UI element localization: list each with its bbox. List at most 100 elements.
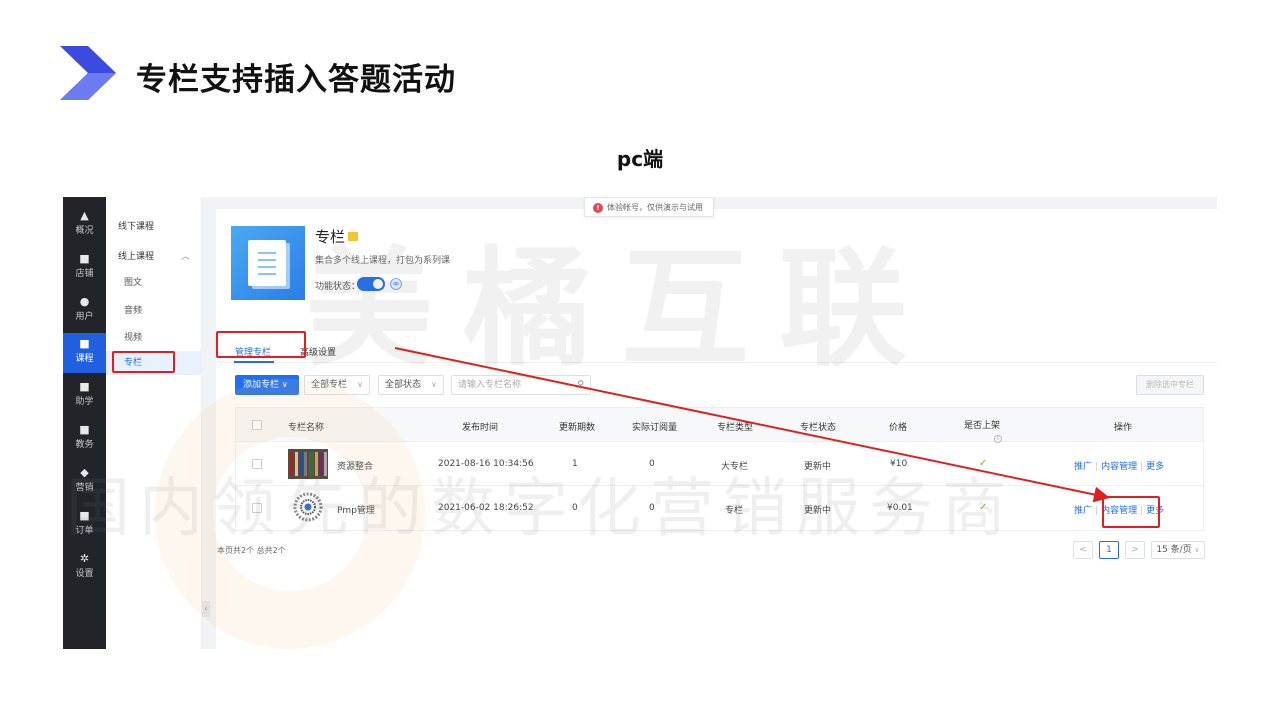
store-icon: ■ — [79, 252, 90, 265]
tab-bar: 管理专栏 高级设置 — [216, 337, 1217, 363]
highlight-column-menu — [112, 351, 175, 373]
header-type: 专栏类型 — [717, 423, 754, 433]
promote-link[interactable]: 推广 — [1074, 506, 1092, 516]
page-1-button[interactable]: 1 — [1099, 541, 1119, 559]
listed-check-icon: ✓ — [979, 458, 988, 469]
more-link[interactable]: 更多 — [1146, 462, 1164, 472]
nav-item-users[interactable]: ● 用户 — [63, 291, 106, 331]
slide-title: 专栏支持插入答题活动 — [136, 62, 456, 98]
collapse-sidebar-button[interactable]: ‹ — [202, 601, 210, 617]
chevron-down-icon: ∨ — [281, 380, 288, 389]
feature-status-label: 功能状态： — [315, 282, 361, 292]
row-type: 大专栏 — [721, 462, 749, 472]
subnav-item-audio[interactable]: 音频 — [106, 303, 202, 316]
content-card: 专栏 集合多个线上课程，打包为系列课 功能状态： ∞ 管理专栏 高级设置 添加专… — [216, 209, 1217, 649]
row-checkbox[interactable] — [252, 459, 262, 469]
row-checkbox[interactable] — [252, 503, 262, 513]
columns-table: 专栏名称 发布时间 更新期数 实际订阅量 专栏类型 专栏状态 价格 是否上架 i … — [235, 407, 1204, 531]
select-all-checkbox[interactable] — [252, 420, 262, 430]
nav-item-orders[interactable]: ■ 订单 — [63, 505, 106, 545]
link-icon[interactable]: ∞ — [390, 278, 402, 290]
demo-account-toast: ! 体验帐号，仅供演示与试用 — [584, 197, 714, 217]
header-subscribers: 实际订阅量 — [632, 423, 678, 433]
pagination-summary: 本页共2个 总共2个 — [217, 546, 286, 555]
row-status: 更新中 — [804, 506, 832, 516]
header-published: 发布时间 — [462, 423, 499, 433]
chevron-down-icon: ∨ — [1194, 546, 1200, 554]
row-updates: 0 — [572, 503, 578, 513]
row-price: ¥10 — [890, 459, 908, 469]
table-row: 资源整合 2021-08-16 10:34:56 1 0 大专栏 更新中 ¥10… — [236, 442, 1203, 486]
subnav-offline-courses[interactable]: 线下课程 — [106, 219, 202, 232]
secondary-nav: 线下课程 线上课程 ︿ 图文 音频 视频 专栏 — [106, 197, 202, 649]
chevron-up-icon: ︿ — [180, 252, 190, 262]
header-listed: 是否上架 i — [964, 421, 1002, 443]
table-row: Pmp管理 2021-06-02 18:26:52 0 0 专栏 更新中 ¥0.… — [236, 486, 1203, 530]
nav-item-teach[interactable]: ■ 教务 — [63, 419, 106, 459]
content-manage-link[interactable]: 内容管理 — [1101, 462, 1137, 472]
header-name: 专栏名称 — [288, 423, 325, 433]
chevron-down-icon: ∨ — [357, 380, 363, 389]
search-icon: ⚲ — [577, 380, 584, 390]
status-filter-select[interactable]: 全部状态 ∨ — [378, 375, 444, 395]
row-published: 2021-08-16 10:34:56 — [438, 459, 534, 469]
vip-badge-icon — [348, 232, 359, 241]
feature-status-toggle[interactable] — [357, 277, 385, 291]
row-status: 更新中 — [804, 462, 832, 472]
document-icon — [248, 240, 286, 286]
users-icon: ● — [79, 295, 90, 308]
nav-item-settings[interactable]: ✲ 设置 — [63, 548, 106, 588]
teach-icon: ■ — [79, 423, 90, 436]
search-input[interactable]: 请输入专栏名称 ⚲ — [451, 375, 591, 395]
column-hero-icon — [231, 226, 305, 300]
next-page-button[interactable]: > — [1125, 541, 1145, 559]
app-screenshot: ▲ 概况 ■ 店铺 ● 用户 ■ 课程 ■ 助学 ■ 教务 ◆ 营销 ■ 订单 ✲ 设置 线下课程… — [63, 197, 1217, 649]
slide: 专栏支持插入答题活动 pc端 ▲ 概况 ■ 店铺 ● 用户 ■ 课程 ■ 助学 ■ 教务 ◆… — [0, 0, 1280, 720]
chevron-down-icon: ∨ — [431, 380, 437, 389]
row-updates: 1 — [572, 459, 578, 469]
assist-icon: ■ — [79, 380, 90, 393]
nav-item-assist[interactable]: ■ 助学 — [63, 376, 106, 416]
primary-nav: ▲ 概况 ■ 店铺 ● 用户 ■ 课程 ■ 助学 ■ 教务 ◆ 营销 ■ 订单 ✲ 设置 — [63, 197, 106, 649]
subnav-item-text[interactable]: 图文 — [106, 275, 202, 288]
header-status: 专栏状态 — [800, 423, 837, 433]
header-price: 价格 — [889, 423, 908, 433]
nav-item-course[interactable]: ■ 课程 — [63, 333, 106, 373]
row-subscribers: 0 — [649, 503, 655, 513]
promote-link[interactable]: 推广 — [1074, 462, 1092, 472]
nav-item-store[interactable]: ■ 店铺 — [63, 248, 106, 288]
row-name: 资源整合 — [337, 462, 374, 472]
highlight-manage-tab — [216, 331, 306, 358]
delete-selected-button[interactable]: 删除选中专栏 — [1136, 375, 1204, 395]
page-title: 专栏 — [315, 226, 359, 247]
table-header: 专栏名称 发布时间 更新期数 实际订阅量 专栏类型 专栏状态 价格 是否上架 i … — [236, 408, 1203, 443]
subnav-online-courses[interactable]: 线上课程 ︿ — [106, 249, 202, 262]
header-actions: 操作 — [1114, 423, 1133, 433]
row-subscribers: 0 — [649, 459, 655, 469]
add-column-button[interactable]: 添加专栏 ∨ — [235, 375, 299, 395]
bookshelf-thumbnail — [288, 449, 328, 479]
settings-icon: ✲ — [79, 552, 90, 565]
slide-subtitle: pc端 — [616, 147, 664, 171]
error-icon: ! — [593, 203, 603, 213]
nav-item-marketing[interactable]: ◆ 营销 — [63, 462, 106, 502]
active-tab-indicator — [234, 361, 274, 363]
prev-page-button[interactable]: < — [1073, 541, 1093, 559]
highlight-content-manage — [1102, 496, 1160, 528]
header-updates: 更新期数 — [559, 423, 596, 433]
listed-check-icon: ✓ — [979, 502, 988, 513]
row-actions: 推广 | 内容管理 | 更多 — [1074, 462, 1165, 472]
row-name: Pmp管理 — [337, 506, 375, 516]
qrcode-thumbnail — [288, 492, 328, 522]
nav-item-overview[interactable]: ▲ 概况 — [63, 205, 106, 245]
column-filter-select[interactable]: 全部专栏 ∨ — [304, 375, 370, 395]
row-type: 专栏 — [725, 506, 744, 516]
chart-icon: ▲ — [80, 209, 89, 222]
order-icon: ■ — [79, 509, 90, 522]
row-price: ¥0.01 — [887, 503, 913, 513]
course-icon: ■ — [79, 337, 90, 350]
subnav-item-video[interactable]: 视频 — [106, 330, 202, 343]
row-published: 2021-06-02 18:26:52 — [438, 503, 534, 513]
page-size-select[interactable]: 15 条/页 ∨ — [1151, 541, 1205, 559]
brand-chevron-icon — [60, 46, 116, 100]
